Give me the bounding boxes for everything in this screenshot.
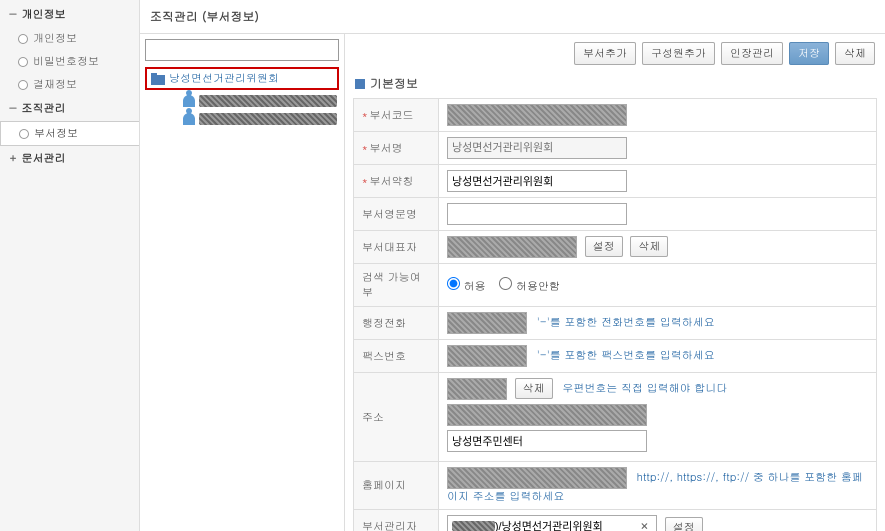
label-manager: 부서관리자 xyxy=(354,510,439,531)
dept-code-input[interactable] xyxy=(447,104,627,126)
nav-group-org[interactable]: − 조직관리 xyxy=(0,96,139,121)
person-icon xyxy=(183,113,195,125)
label-address: 주소 xyxy=(354,373,439,462)
nav-group-personal[interactable]: − 개인정보 xyxy=(0,2,139,27)
add-member-button[interactable]: 구성원추가 xyxy=(642,42,715,65)
form-panel: 부서추가 구성원추가 인장관리 저장 삭제 기본정보 *부서코드 xyxy=(345,34,885,531)
rep-set-button[interactable]: 설정 xyxy=(585,236,623,257)
person-icon xyxy=(183,95,195,107)
seal-mgmt-button[interactable]: 인장관리 xyxy=(721,42,783,65)
nav-item-approval-info[interactable]: 결재정보 xyxy=(0,73,139,96)
tree-root-node[interactable]: 낭성면선거관리위원회 xyxy=(145,67,339,90)
basic-info-table: *부서코드 *부서명 *부서약칭 부서영문명 xyxy=(353,98,877,531)
minus-icon: − xyxy=(8,101,18,116)
masked-text xyxy=(199,95,337,107)
tree-child-node[interactable] xyxy=(145,110,339,128)
dept-name-input[interactable] xyxy=(447,137,627,159)
label-searchable: 검색 가능여부 xyxy=(354,264,439,307)
toolbar: 부서추가 구성원추가 인장관리 저장 삭제 xyxy=(353,39,877,71)
homepage-input[interactable] xyxy=(447,467,627,489)
radio-icon xyxy=(18,80,28,90)
nav-item-password-info[interactable]: 비밀번호정보 xyxy=(0,50,139,73)
label-fax: 팩스번호 xyxy=(354,340,439,373)
radio-icon xyxy=(19,129,29,139)
admin-phone-input[interactable] xyxy=(447,312,527,334)
manager-set-button[interactable]: 설정 xyxy=(665,517,703,531)
save-button[interactable]: 저장 xyxy=(789,42,829,65)
radio-allow[interactable]: 허용 xyxy=(447,279,486,294)
nav-item-dept-info[interactable]: 부서정보 xyxy=(0,121,139,146)
folder-icon xyxy=(151,73,165,85)
label-homepage: 홈페이지 xyxy=(354,462,439,510)
masked-text xyxy=(452,521,495,531)
dept-rep-input[interactable] xyxy=(447,236,577,258)
section-basic-info: 기본정보 xyxy=(353,71,877,96)
radio-icon xyxy=(18,57,28,67)
page-title: 조직관리 (부서정보) xyxy=(140,0,885,34)
tree-root-label[interactable]: 낭성면선거관리위원회 xyxy=(169,71,279,86)
nav-group-label: 개인정보 xyxy=(22,7,66,22)
address1-input[interactable] xyxy=(447,404,647,426)
plus-icon: + xyxy=(8,151,18,166)
nav-item-personal-info[interactable]: 개인정보 xyxy=(0,27,139,50)
square-icon xyxy=(355,79,365,89)
label-dept-rep: 부서대표자 xyxy=(354,231,439,264)
dept-abbr-input[interactable] xyxy=(447,170,627,192)
postal-input[interactable] xyxy=(447,378,507,400)
manager-input[interactable] xyxy=(495,517,637,531)
nav-group-label: 조직관리 xyxy=(22,101,66,116)
radio-deny[interactable]: 허용안함 xyxy=(499,279,560,294)
minus-icon: − xyxy=(8,7,18,22)
rep-del-button[interactable]: 삭제 xyxy=(630,236,668,257)
label-admin-phone: 행정전화 xyxy=(354,307,439,340)
hint-fax: '-'를 포함한 팩스번호를 입력하세요 xyxy=(537,348,715,363)
postal-del-button[interactable]: 삭제 xyxy=(515,378,553,399)
label-dept-abbr: *부서약칭 xyxy=(354,165,439,198)
manager-field[interactable]: × xyxy=(447,515,657,531)
searchable-allow-radio[interactable] xyxy=(447,277,460,290)
nav-group-doc[interactable]: + 문서관리 xyxy=(0,146,139,171)
hint-phone: '-'를 포함한 전화번호를 입력하세요 xyxy=(537,315,715,330)
fax-input[interactable] xyxy=(447,345,527,367)
left-navigation: − 개인정보 개인정보 비밀번호정보 결재정보 − 조직관리 부서정보 + 문서… xyxy=(0,0,140,531)
delete-button[interactable]: 삭제 xyxy=(835,42,875,65)
dept-eng-input[interactable] xyxy=(447,203,627,225)
address2-input[interactable] xyxy=(447,430,647,452)
nav-group-label: 문서관리 xyxy=(22,151,66,166)
tree-child-node[interactable] xyxy=(145,92,339,110)
label-dept-code: *부서코드 xyxy=(354,99,439,132)
hint-postal: 우편번호는 직접 입력해야 합니다 xyxy=(562,381,727,396)
masked-text xyxy=(199,113,337,125)
radio-icon xyxy=(18,34,28,44)
label-dept-eng: 부서영문명 xyxy=(354,198,439,231)
label-dept-name: *부서명 xyxy=(354,132,439,165)
searchable-deny-radio[interactable] xyxy=(499,277,512,290)
add-dept-button[interactable]: 부서추가 xyxy=(574,42,636,65)
dept-tree-panel: 낭성면선거관리위원회 xyxy=(140,34,345,531)
tree-search-input[interactable] xyxy=(145,39,339,61)
clear-icon[interactable]: × xyxy=(637,519,652,531)
